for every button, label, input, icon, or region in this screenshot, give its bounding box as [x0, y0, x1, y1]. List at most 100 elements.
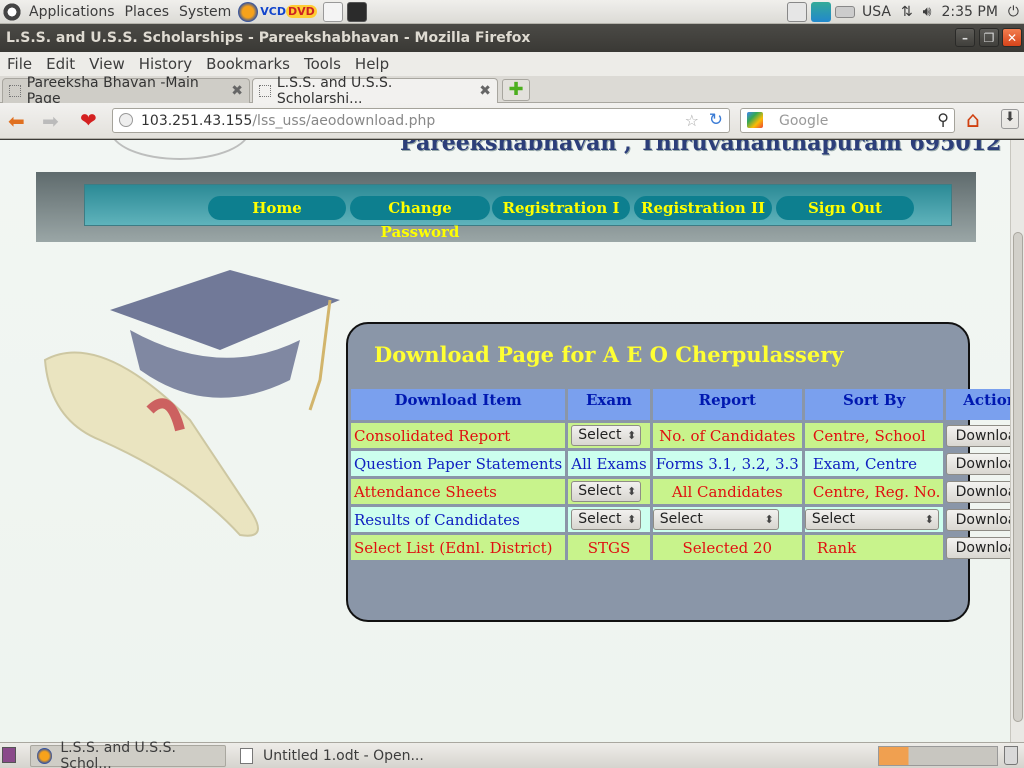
- report-cell: Selected 20: [652, 535, 802, 560]
- download-item: Consolidated Report: [351, 423, 566, 448]
- download-button[interactable]: Download: [946, 424, 1010, 447]
- scrollbar-thumb[interactable]: [1013, 232, 1023, 722]
- menu-help[interactable]: Help: [348, 55, 396, 73]
- search-input[interactable]: Google ⚲: [740, 108, 955, 133]
- nav-sign-out-link[interactable]: Sign Out: [776, 196, 914, 220]
- vertical-scrollbar[interactable]: [1010, 140, 1024, 742]
- home-icon[interactable]: ⌂: [966, 108, 980, 133]
- download-button[interactable]: Download: [946, 452, 1010, 475]
- column-header-exam: Exam: [568, 389, 650, 420]
- search-icon[interactable]: ⚲: [937, 110, 949, 129]
- download-button[interactable]: Download: [946, 480, 1010, 503]
- google-icon[interactable]: [747, 112, 763, 128]
- downloads-icon[interactable]: ⬇: [1001, 109, 1019, 129]
- nav-change-password-link[interactable]: Change Password: [350, 196, 490, 241]
- menu-edit[interactable]: Edit: [39, 55, 82, 73]
- graduation-cap-illustration: [43, 270, 340, 537]
- power-icon[interactable]: ⏻: [1003, 4, 1024, 20]
- window-titlebar: L.S.S. and U.S.S. Scholarships - Pareeks…: [0, 24, 1024, 52]
- report-select[interactable]: Select: [652, 509, 779, 530]
- exam-select[interactable]: Select: [571, 509, 642, 530]
- bookmark-heart-icon[interactable]: ❤: [80, 108, 97, 132]
- sort-by-cell: Exam, Centre: [804, 451, 944, 476]
- maximize-button[interactable]: ❐: [979, 28, 999, 47]
- sort-by-cell: Rank: [804, 535, 944, 560]
- page-content: Pareekshabhavan , Thiruvananthapuram 695…: [0, 140, 1010, 742]
- close-tab-icon[interactable]: ✖: [479, 83, 491, 99]
- download-table: Download Item Exam Report Sort By Action…: [348, 386, 1010, 563]
- report-cell: Forms 3.1, 3.2, 3.3: [652, 451, 802, 476]
- table-row: Question Paper Statements All Exams Form…: [351, 451, 1010, 476]
- applications-menu[interactable]: Applications: [24, 4, 120, 20]
- nav-home-link[interactable]: Home: [208, 196, 346, 220]
- page-icon: [9, 85, 21, 97]
- taskbar-item-label: L.S.S. and U.S.S. Schol...: [60, 740, 176, 768]
- terminal-launcher-icon[interactable]: [346, 1, 367, 22]
- keyboard-icon[interactable]: [834, 5, 855, 18]
- report-cell: No. of Candidates: [652, 423, 802, 448]
- column-header-sort-by: Sort By: [804, 389, 944, 420]
- exam-cell: All Exams: [568, 451, 650, 476]
- ubuntu-logo-icon[interactable]: [2, 1, 22, 22]
- firefox-launcher-icon[interactable]: [238, 1, 259, 22]
- show-desktop-icon[interactable]: [2, 747, 16, 763]
- nav-registration-1-link[interactable]: Registration I: [492, 196, 630, 220]
- table-row: Attendance Sheets Select All Candidates …: [351, 479, 1010, 504]
- workspace-switcher[interactable]: [878, 746, 998, 766]
- network-icon[interactable]: [810, 1, 831, 22]
- close-window-button[interactable]: ✕: [1002, 28, 1022, 47]
- menu-view[interactable]: View: [82, 55, 132, 73]
- forward-arrow-icon[interactable]: ➡: [42, 109, 59, 133]
- new-tab-button[interactable]: ✚: [502, 79, 530, 101]
- menu-tools[interactable]: Tools: [297, 55, 348, 73]
- sort-by-cell: Centre, Reg. No.: [804, 479, 944, 504]
- transfer-arrows-icon[interactable]: ⇅: [896, 4, 918, 20]
- taskbar-item-firefox[interactable]: L.S.S. and U.S.S. Schol...: [30, 740, 226, 768]
- tab-scholarships[interactable]: L.S.S. and U.S.S. Scholarshi... ✖: [252, 75, 498, 107]
- back-arrow-icon[interactable]: ⬅: [8, 109, 25, 133]
- trash-icon[interactable]: [1004, 746, 1018, 765]
- sort-by-cell: Centre, School: [804, 423, 944, 448]
- column-header-action: Action: [946, 389, 1010, 420]
- page-icon: [259, 85, 271, 97]
- text-editor-launcher-icon[interactable]: [322, 1, 343, 22]
- exam-select[interactable]: Select: [571, 425, 642, 446]
- system-menu[interactable]: System: [174, 4, 236, 20]
- top-panel: Applications Places System VCD DVD USA ⇅…: [0, 0, 1024, 24]
- navigation-toolbar: ⬅ ➡ ❤ 103.251.43.155/lss_uss/aeodownload…: [0, 103, 1024, 139]
- exam-select[interactable]: Select: [571, 481, 642, 502]
- menu-file[interactable]: File: [0, 55, 39, 73]
- download-panel: Download Page for A E O Cherpulassery Do…: [346, 322, 1010, 622]
- download-item: Question Paper Statements: [351, 451, 566, 476]
- column-header-download-item: Download Item: [351, 389, 566, 420]
- menu-history[interactable]: History: [132, 55, 199, 73]
- printer-icon[interactable]: [786, 1, 807, 22]
- sort-by-select[interactable]: Select: [804, 509, 939, 530]
- reload-icon[interactable]: ↻: [709, 110, 723, 130]
- firefox-icon: [37, 748, 53, 764]
- tab-main-page[interactable]: Pareeksha Bhavan -Main Page ✖: [2, 75, 250, 107]
- clock[interactable]: 2:35 PM: [937, 4, 1003, 20]
- taskbar-item-writer[interactable]: Untitled 1.odt - Open...: [234, 745, 430, 767]
- nav-registration-2-link[interactable]: Registration II: [634, 196, 772, 220]
- download-button[interactable]: Download: [946, 536, 1010, 559]
- close-tab-icon[interactable]: ✖: [231, 83, 243, 99]
- taskbar-item-label: Untitled 1.odt - Open...: [263, 748, 424, 764]
- download-item: Attendance Sheets: [351, 479, 566, 504]
- volume-icon[interactable]: 🔊︎: [918, 4, 937, 20]
- table-header-row: Download Item Exam Report Sort By Action: [351, 389, 1010, 420]
- keyboard-layout[interactable]: USA: [857, 4, 896, 20]
- report-cell: All Candidates: [652, 479, 802, 504]
- document-icon: [240, 748, 253, 764]
- search-placeholder: Google: [779, 112, 829, 129]
- minimize-button[interactable]: –: [955, 28, 975, 47]
- tab-bar: Pareeksha Bhavan -Main Page ✖ L.S.S. and…: [0, 75, 1024, 107]
- star-bookmark-icon[interactable]: ☆: [685, 111, 699, 130]
- url-bar[interactable]: 103.251.43.155/lss_uss/aeodownload.php ☆…: [112, 108, 730, 133]
- download-page-title: Download Page for A E O Cherpulassery: [374, 342, 844, 367]
- places-menu[interactable]: Places: [120, 4, 175, 20]
- download-button[interactable]: Download: [946, 508, 1010, 531]
- menu-bookmarks[interactable]: Bookmarks: [199, 55, 297, 73]
- dvd-launcher-icon[interactable]: DVD: [285, 5, 317, 18]
- vcd-launcher-icon[interactable]: VCD: [260, 5, 286, 18]
